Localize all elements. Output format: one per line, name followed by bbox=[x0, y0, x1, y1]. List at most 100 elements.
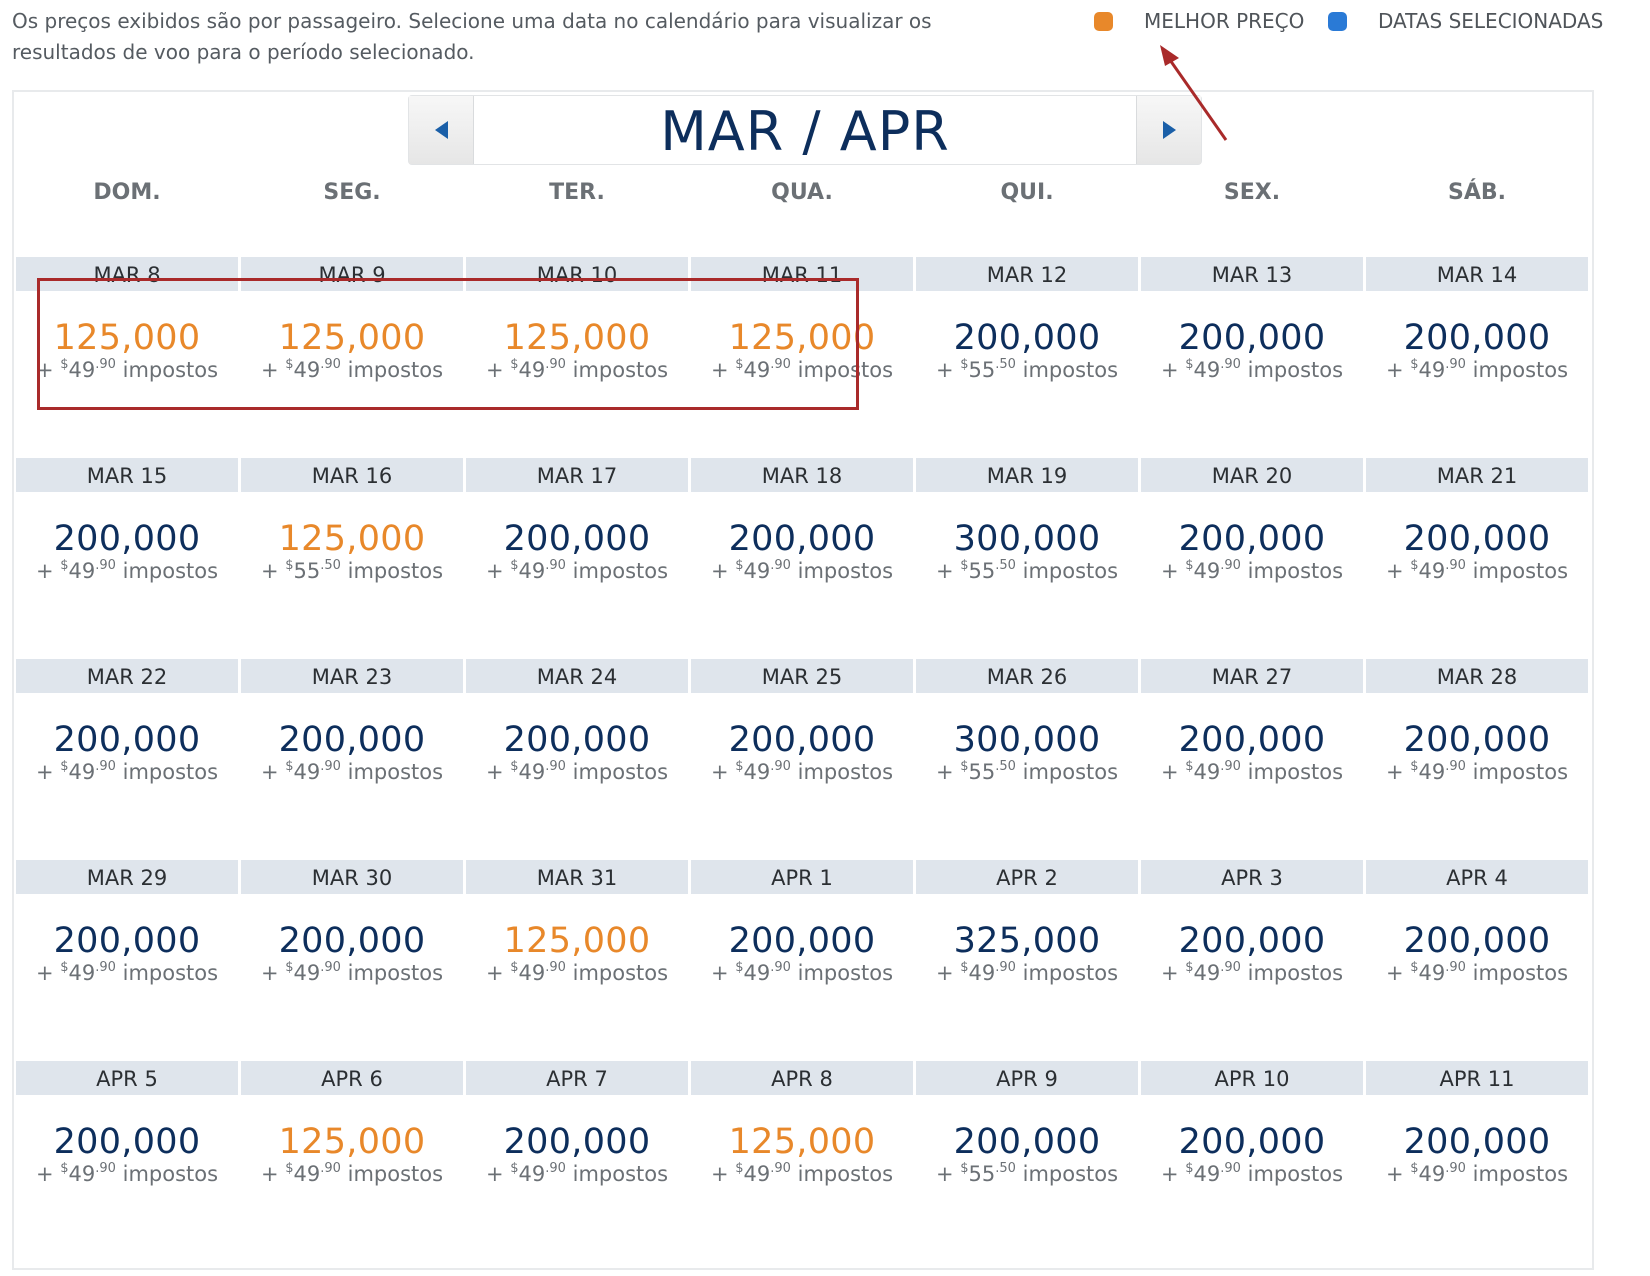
day-cell[interactable]: APR 7 200,000 + $49.90 impostos bbox=[466, 1061, 688, 1261]
tax-amount: + $55.50 impostos bbox=[935, 759, 1119, 784]
weekday-label: QUA. bbox=[771, 180, 833, 205]
day-cell[interactable]: APR 8 125,000 + $49.90 impostos bbox=[691, 1061, 913, 1261]
tax-cents: .50 bbox=[995, 1161, 1016, 1176]
day-cell[interactable]: MAR 19 300,000 + $55.50 impostos bbox=[916, 458, 1138, 658]
day-date-label: APR 7 bbox=[466, 1061, 688, 1095]
tax-cents: .50 bbox=[995, 357, 1016, 372]
day-cell[interactable]: MAR 28 200,000 + $49.90 impostos bbox=[1366, 659, 1588, 859]
tax-suffix: impostos bbox=[1022, 1162, 1119, 1186]
miles-price: 125,000 bbox=[53, 318, 201, 358]
miles-price: 200,000 bbox=[278, 720, 426, 760]
day-cell[interactable]: APR 3 200,000 + $49.90 impostos bbox=[1141, 860, 1363, 1060]
tax-cents: .50 bbox=[320, 558, 341, 573]
tax-amount: + $55.50 impostos bbox=[935, 357, 1119, 382]
day-cell[interactable]: MAR 9 125,000 + $49.90 impostos bbox=[241, 257, 463, 457]
tax-cents: .90 bbox=[1445, 357, 1466, 372]
day-date-label: MAR 29 bbox=[16, 860, 238, 894]
miles-price: 300,000 bbox=[953, 720, 1101, 760]
day-cell[interactable]: APR 1 200,000 + $49.90 impostos bbox=[691, 860, 913, 1060]
day-cell[interactable]: MAR 29 200,000 + $49.90 impostos bbox=[16, 860, 238, 1060]
day-cell[interactable]: APR 10 200,000 + $49.90 impostos bbox=[1141, 1061, 1363, 1261]
miles-price: 125,000 bbox=[728, 318, 876, 358]
tax-amount: + $49.90 impostos bbox=[710, 960, 894, 985]
currency-symbol: $ bbox=[285, 960, 294, 975]
tax-amount: + $49.90 impostos bbox=[485, 357, 669, 382]
month-title: MAR / APR bbox=[660, 100, 950, 163]
tax-amount: + $49.90 impostos bbox=[1160, 960, 1344, 985]
currency-symbol: $ bbox=[735, 558, 744, 573]
day-cell[interactable]: MAR 15 200,000 + $49.90 impostos bbox=[16, 458, 238, 658]
currency-symbol: $ bbox=[960, 1161, 969, 1176]
day-date-label: APR 8 bbox=[691, 1061, 913, 1095]
day-cell[interactable]: MAR 23 200,000 + $49.90 impostos bbox=[241, 659, 463, 859]
currency-symbol: $ bbox=[285, 759, 294, 774]
intro-text: Os preços exibidos são por passageiro. S… bbox=[12, 9, 932, 64]
day-date-label: MAR 16 bbox=[241, 458, 463, 492]
day-cell[interactable]: MAR 8 125,000 + $49.90 impostos bbox=[16, 257, 238, 457]
tax-cents: .50 bbox=[995, 759, 1016, 774]
day-cell[interactable]: APR 11 200,000 + $49.90 impostos bbox=[1366, 1061, 1588, 1261]
day-cell[interactable]: MAR 24 200,000 + $49.90 impostos bbox=[466, 659, 688, 859]
day-cell[interactable]: MAR 10 125,000 + $49.90 impostos bbox=[466, 257, 688, 457]
day-cell[interactable]: MAR 11 125,000 + $49.90 impostos bbox=[691, 257, 913, 457]
currency-symbol: $ bbox=[60, 1161, 69, 1176]
day-cell[interactable]: MAR 21 200,000 + $49.90 impostos bbox=[1366, 458, 1588, 658]
day-date-label: MAR 8 bbox=[16, 257, 238, 291]
day-cell[interactable]: MAR 13 200,000 + $49.90 impostos bbox=[1141, 257, 1363, 457]
best-price-swatch bbox=[1094, 11, 1113, 31]
tax-cents: .90 bbox=[1220, 1161, 1241, 1176]
day-cell[interactable]: MAR 20 200,000 + $49.90 impostos bbox=[1141, 458, 1363, 658]
day-cell[interactable]: APR 4 200,000 + $49.90 impostos bbox=[1366, 860, 1588, 1060]
day-cell[interactable]: MAR 22 200,000 + $49.90 impostos bbox=[16, 659, 238, 859]
day-cell[interactable]: MAR 27 200,000 + $49.90 impostos bbox=[1141, 659, 1363, 859]
currency-symbol: $ bbox=[960, 960, 969, 975]
tax-suffix: impostos bbox=[347, 961, 444, 985]
tax-amount: + $49.90 impostos bbox=[710, 759, 894, 784]
tax-dollars: 49 bbox=[1193, 760, 1221, 784]
tax-amount: + $49.90 impostos bbox=[935, 960, 1119, 985]
weekday-label: TER. bbox=[549, 180, 605, 205]
miles-price: 125,000 bbox=[278, 519, 426, 559]
tax-amount: + $49.90 impostos bbox=[35, 558, 219, 583]
fare-calendar: MAR / APR DOM. SEG. TER. QUA. QUI. SEX. SÁB. M… bbox=[12, 90, 1594, 1270]
prev-month-button[interactable] bbox=[409, 96, 474, 164]
day-cell[interactable]: APR 2 325,000 + $49.90 impostos bbox=[916, 860, 1138, 1060]
tax-dollars: 49 bbox=[68, 760, 96, 784]
day-cell[interactable]: MAR 30 200,000 + $49.90 impostos bbox=[241, 860, 463, 1060]
day-date-label: APR 2 bbox=[916, 860, 1138, 894]
day-cell[interactable]: APR 9 200,000 + $55.50 impostos bbox=[916, 1061, 1138, 1261]
tax-cents: .90 bbox=[1220, 960, 1241, 975]
tax-cents: .90 bbox=[95, 1161, 116, 1176]
day-cell[interactable]: APR 6 125,000 + $49.90 impostos bbox=[241, 1061, 463, 1261]
currency-symbol: $ bbox=[285, 1161, 294, 1176]
tax-amount: + $49.90 impostos bbox=[35, 357, 219, 382]
tax-suffix: impostos bbox=[1247, 760, 1344, 784]
day-date-label: MAR 25 bbox=[691, 659, 913, 693]
day-cell[interactable]: MAR 26 300,000 + $55.50 impostos bbox=[916, 659, 1138, 859]
day-cell[interactable]: MAR 14 200,000 + $49.90 impostos bbox=[1366, 257, 1588, 457]
miles-price: 125,000 bbox=[728, 1122, 876, 1162]
day-date-label: MAR 30 bbox=[241, 860, 463, 894]
tax-amount: + $49.90 impostos bbox=[1385, 759, 1569, 784]
day-cell[interactable]: APR 5 200,000 + $49.90 impostos bbox=[16, 1061, 238, 1261]
currency-symbol: $ bbox=[960, 759, 969, 774]
day-cell[interactable]: MAR 25 200,000 + $49.90 impostos bbox=[691, 659, 913, 859]
tax-cents: .90 bbox=[770, 759, 791, 774]
miles-price: 200,000 bbox=[1178, 720, 1326, 760]
currency-symbol: $ bbox=[1410, 357, 1419, 372]
tax-suffix: impostos bbox=[1247, 358, 1344, 382]
tax-suffix: impostos bbox=[347, 559, 444, 583]
day-cell[interactable]: MAR 16 125,000 + $55.50 impostos bbox=[241, 458, 463, 658]
day-date-label: MAR 20 bbox=[1141, 458, 1363, 492]
miles-price: 200,000 bbox=[53, 921, 201, 961]
day-cell[interactable]: MAR 12 200,000 + $55.50 impostos bbox=[916, 257, 1138, 457]
currency-symbol: $ bbox=[510, 357, 519, 372]
currency-symbol: $ bbox=[60, 960, 69, 975]
day-cell[interactable]: MAR 31 125,000 + $49.90 impostos bbox=[466, 860, 688, 1060]
day-cell[interactable]: MAR 18 200,000 + $49.90 impostos bbox=[691, 458, 913, 658]
day-cell[interactable]: MAR 17 200,000 + $49.90 impostos bbox=[466, 458, 688, 658]
tax-cents: .90 bbox=[770, 1161, 791, 1176]
next-month-button[interactable] bbox=[1136, 96, 1201, 164]
tax-amount: + $49.90 impostos bbox=[35, 1161, 219, 1186]
tax-dollars: 49 bbox=[293, 358, 321, 382]
